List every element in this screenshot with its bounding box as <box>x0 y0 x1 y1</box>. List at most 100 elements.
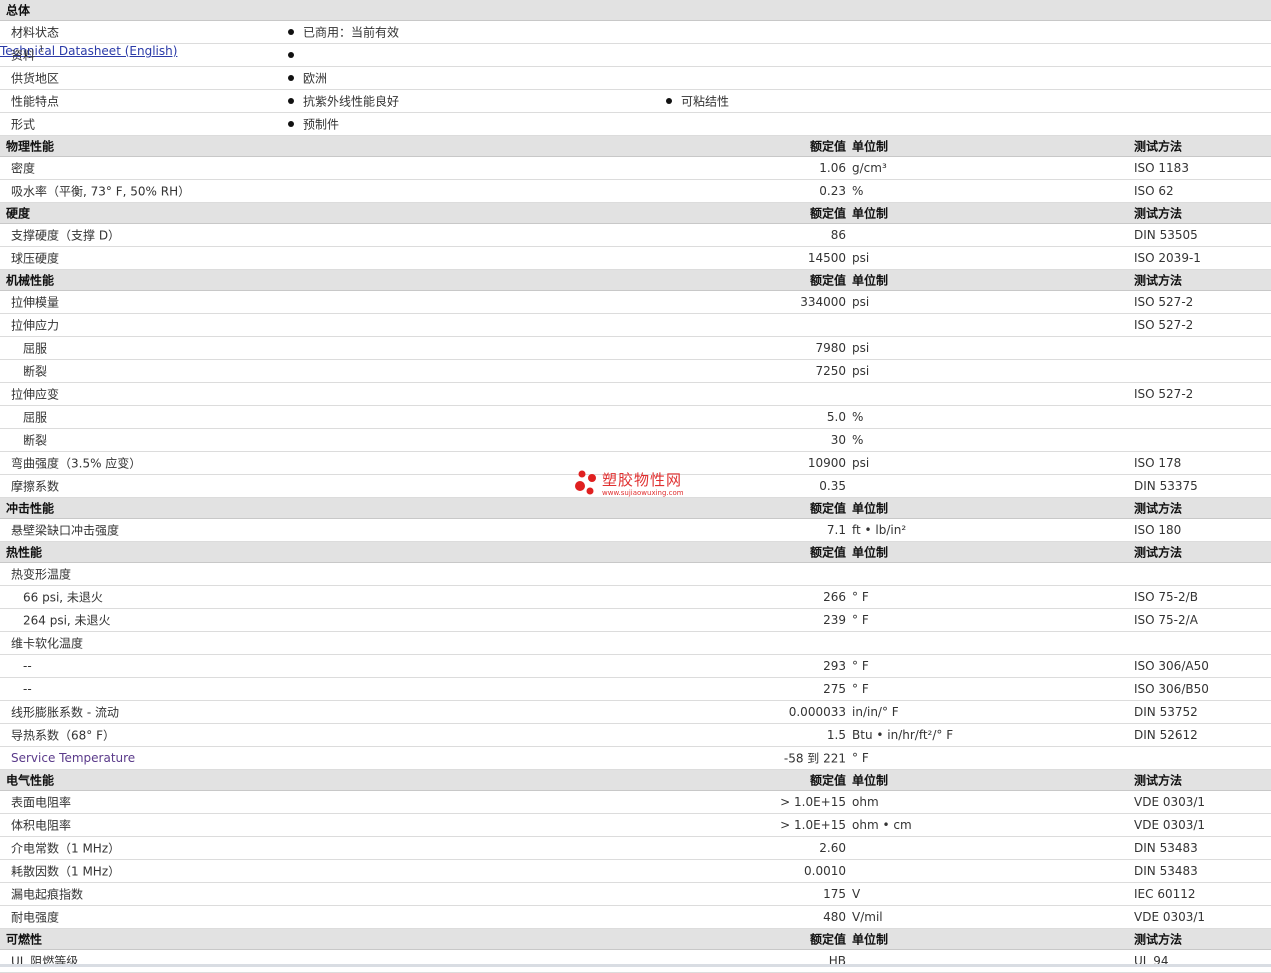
property-row: 维卡软化温度 <box>0 632 1271 655</box>
overview-value: 抗紫外线性能良好 <box>303 94 400 109</box>
property-value: 0.0010 <box>804 864 846 878</box>
property-name: 摩擦系数 <box>11 479 60 494</box>
property-test-method: ISO 180 <box>1134 523 1182 537</box>
overview-label-text: 供货地区 <box>11 71 60 86</box>
property-row: 球压硬度 14500 psi ISO 2039-1 <box>0 247 1271 270</box>
property-test-method: VDE 0303/1 <box>1134 795 1206 809</box>
bullet-icon <box>288 75 294 81</box>
column-header-method: 测试方法 <box>1134 206 1183 221</box>
column-header-value: 额定值 <box>809 932 846 947</box>
section-title: 可燃性 <box>6 932 43 947</box>
property-unit: psi <box>852 364 870 378</box>
property-name: 66 psi, 未退火 <box>23 590 103 605</box>
property-test-method: ISO 306/A50 <box>1134 659 1209 673</box>
overview-label: 形式 <box>11 116 35 133</box>
column-header-value: 额定值 <box>809 139 846 154</box>
property-name: -- <box>23 659 32 673</box>
property-value: 1.06 <box>819 161 846 175</box>
property-value: 266 <box>823 590 846 604</box>
overview-row: 性能特点 抗紫外线性能良好 可粘结性 <box>0 90 1271 113</box>
overview-row: 材料状态 已商用：当前有效 <box>0 21 1271 44</box>
property-unit: psi <box>852 341 870 355</box>
property-name: 维卡软化温度 <box>11 636 84 651</box>
section-header: 可燃性 额定值 单位制 测试方法 <box>0 929 1271 950</box>
property-test-method: ISO 527-2 <box>1134 295 1194 309</box>
property-value: 7.1 <box>826 523 846 537</box>
property-unit: V/mil <box>852 910 883 924</box>
column-header-value: 额定值 <box>809 773 846 788</box>
property-row: 热变形温度 <box>0 563 1271 586</box>
property-name: 耐电强度 <box>11 910 60 925</box>
overview-label-text: 性能特点 <box>11 94 60 109</box>
property-test-method: ISO 75-2/B <box>1134 590 1198 604</box>
section-header: 物理性能 额定值 单位制 测试方法 <box>0 136 1271 157</box>
column-header-unit: 单位制 <box>852 773 889 788</box>
property-test-method: ISO 1183 <box>1134 161 1189 175</box>
overview-label: 性能特点 <box>11 93 59 110</box>
datasheet-table: 总体 材料状态 已商用：当前有效 资料 1 Technical Datasheet (E… <box>0 0 1271 973</box>
property-row: -- 275 ° F ISO 306/B50 <box>0 678 1271 701</box>
property-value: 0.000033 <box>788 705 846 719</box>
property-test-method: ISO 75-2/A <box>1134 613 1198 627</box>
column-header-unit: 单位制 <box>852 273 889 288</box>
column-header-unit: 单位制 <box>852 139 889 154</box>
section-title: 总体 <box>6 3 31 18</box>
property-value: 1.5 <box>826 728 846 742</box>
property-unit: % <box>852 410 864 424</box>
property-test-method: DIN 53752 <box>1134 705 1198 719</box>
property-row: 摩擦系数 0.35 DIN 53375 <box>0 475 1271 498</box>
property-row: 66 psi, 未退火 266 ° F ISO 75-2/B <box>0 586 1271 609</box>
property-row: 拉伸应变 ISO 527-2 <box>0 383 1271 406</box>
property-name: 悬壁梁缺口冲击强度 <box>11 523 120 538</box>
property-value: 275 <box>823 682 846 696</box>
property-value: 293 <box>823 659 846 673</box>
property-unit: ° F <box>852 659 869 673</box>
property-test-method: DIN 53483 <box>1134 841 1198 855</box>
property-value: -58 到 221 <box>783 751 846 766</box>
section-title: 电气性能 <box>6 773 55 788</box>
section-header: 硬度 额定值 单位制 测试方法 <box>0 203 1271 224</box>
property-unit: ft • lb/in² <box>852 523 907 537</box>
property-name: 介电常数（1 MHz） <box>11 841 121 856</box>
property-value: > 1.0E+15 <box>780 795 846 809</box>
column-header-value: 额定值 <box>809 206 846 221</box>
property-row: Service Temperature -58 到 221 ° F <box>0 747 1271 770</box>
overview-label-text: 材料状态 <box>11 25 60 40</box>
property-unit: ohm <box>852 795 879 809</box>
property-unit: Btu • in/hr/ft²/° F <box>852 728 954 742</box>
overview-label-text: 形式 <box>11 117 36 132</box>
property-unit: ° F <box>852 590 869 604</box>
property-name: -- <box>23 682 32 696</box>
property-row: 屈服 5.0% <box>0 406 1271 429</box>
property-name: 屈服 <box>23 341 48 356</box>
property-name: 热变形温度 <box>11 567 72 582</box>
property-name: 球压硬度 <box>11 251 60 266</box>
property-row: -- 293 ° F ISO 306/A50 <box>0 655 1271 678</box>
property-row: 密度 1.06 g/cm³ ISO 1183 <box>0 157 1271 180</box>
overview-value: 预制件 <box>303 117 340 132</box>
section-header: 机械性能 额定值 单位制 测试方法 <box>0 270 1271 291</box>
property-unit: ° F <box>852 751 869 765</box>
property-row: UL 阻燃等级 HB UL 94 <box>0 950 1271 973</box>
column-header-method: 测试方法 <box>1134 773 1183 788</box>
property-unit: ° F <box>852 613 869 627</box>
property-value: 175 <box>823 887 846 901</box>
property-unit: g/cm³ <box>852 161 887 175</box>
property-row: 悬壁梁缺口冲击强度 7.1 ft • lb/in² ISO 180 <box>0 519 1271 542</box>
property-row: 表面电阻率 > 1.0E+15 ohm VDE 0303/1 <box>0 791 1271 814</box>
property-name: 密度 <box>11 161 36 176</box>
overview-label: 资料 1 <box>11 45 44 64</box>
property-name: 拉伸应变 <box>11 387 60 402</box>
property-unit: ohm • cm <box>852 818 912 832</box>
property-unit: in/in/° F <box>852 705 899 719</box>
property-name: 弯曲强度（3.5% 应变） <box>11 456 142 471</box>
property-value: 334000 <box>800 295 846 309</box>
property-row: 断裂 30% <box>0 429 1271 452</box>
property-unit: psi <box>852 251 870 265</box>
property-test-method: VDE 0303/1 <box>1134 910 1206 924</box>
property-name: 264 psi, 未退火 <box>23 613 111 628</box>
property-test-method: ISO 527-2 <box>1134 387 1194 401</box>
property-value: 0.35 <box>819 479 846 493</box>
property-row: 弯曲强度（3.5% 应变） 10900 psi ISO 178 <box>0 452 1271 475</box>
section-title: 硬度 <box>6 206 31 221</box>
